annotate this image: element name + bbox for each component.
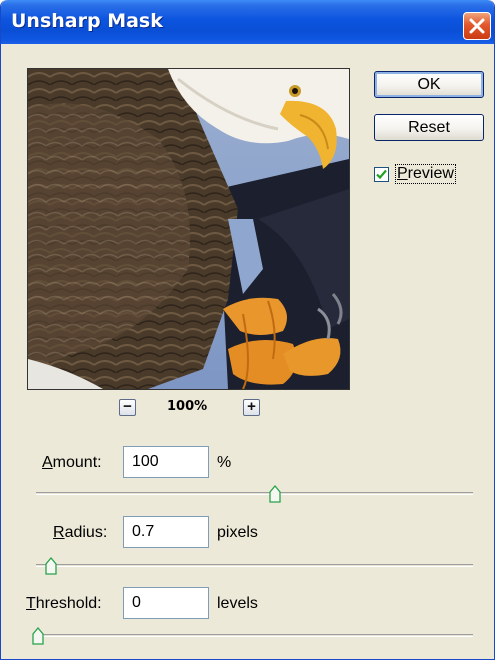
amount-label: Amount: <box>42 454 102 471</box>
radius-slider-track[interactable] <box>36 564 473 567</box>
title-bar[interactable]: Unsharp Mask <box>1 0 494 44</box>
checkmark-icon <box>376 169 387 180</box>
zoom-in-button[interactable]: + <box>243 399 260 416</box>
zoom-out-button[interactable]: − <box>119 399 136 416</box>
ok-button[interactable]: OK <box>374 71 484 98</box>
amount-slider-track[interactable] <box>36 492 473 495</box>
preview-checkbox[interactable] <box>374 167 389 182</box>
threshold-slider-thumb[interactable] <box>32 627 44 645</box>
close-icon <box>469 18 485 34</box>
preview-image[interactable] <box>27 68 350 390</box>
radius-input[interactable]: 0.7 <box>123 516 209 548</box>
dialog-title: Unsharp Mask <box>11 10 163 32</box>
unsharp-mask-dialog: Unsharp Mask − 100% + OK Reset Preview A… <box>0 0 495 660</box>
reset-button[interactable]: Reset <box>374 114 484 141</box>
zoom-level: 100% <box>167 399 208 414</box>
amount-slider-thumb[interactable] <box>269 485 281 503</box>
preview-checkbox-label[interactable]: Preview <box>395 164 456 184</box>
threshold-slider-track[interactable] <box>36 634 473 637</box>
radius-label: Radius: <box>53 524 108 541</box>
threshold-input[interactable]: 0 <box>123 587 209 619</box>
amount-unit: % <box>217 454 232 471</box>
threshold-unit: levels <box>217 595 258 612</box>
amount-input[interactable]: 100 <box>123 446 209 478</box>
threshold-label: Threshold: <box>26 595 102 612</box>
plus-icon: + <box>247 398 256 415</box>
radius-slider-thumb[interactable] <box>45 557 57 575</box>
minus-icon: − <box>123 398 132 415</box>
eagle-photo <box>28 69 349 389</box>
close-button[interactable] <box>463 12 491 40</box>
radius-unit: pixels <box>217 524 258 541</box>
